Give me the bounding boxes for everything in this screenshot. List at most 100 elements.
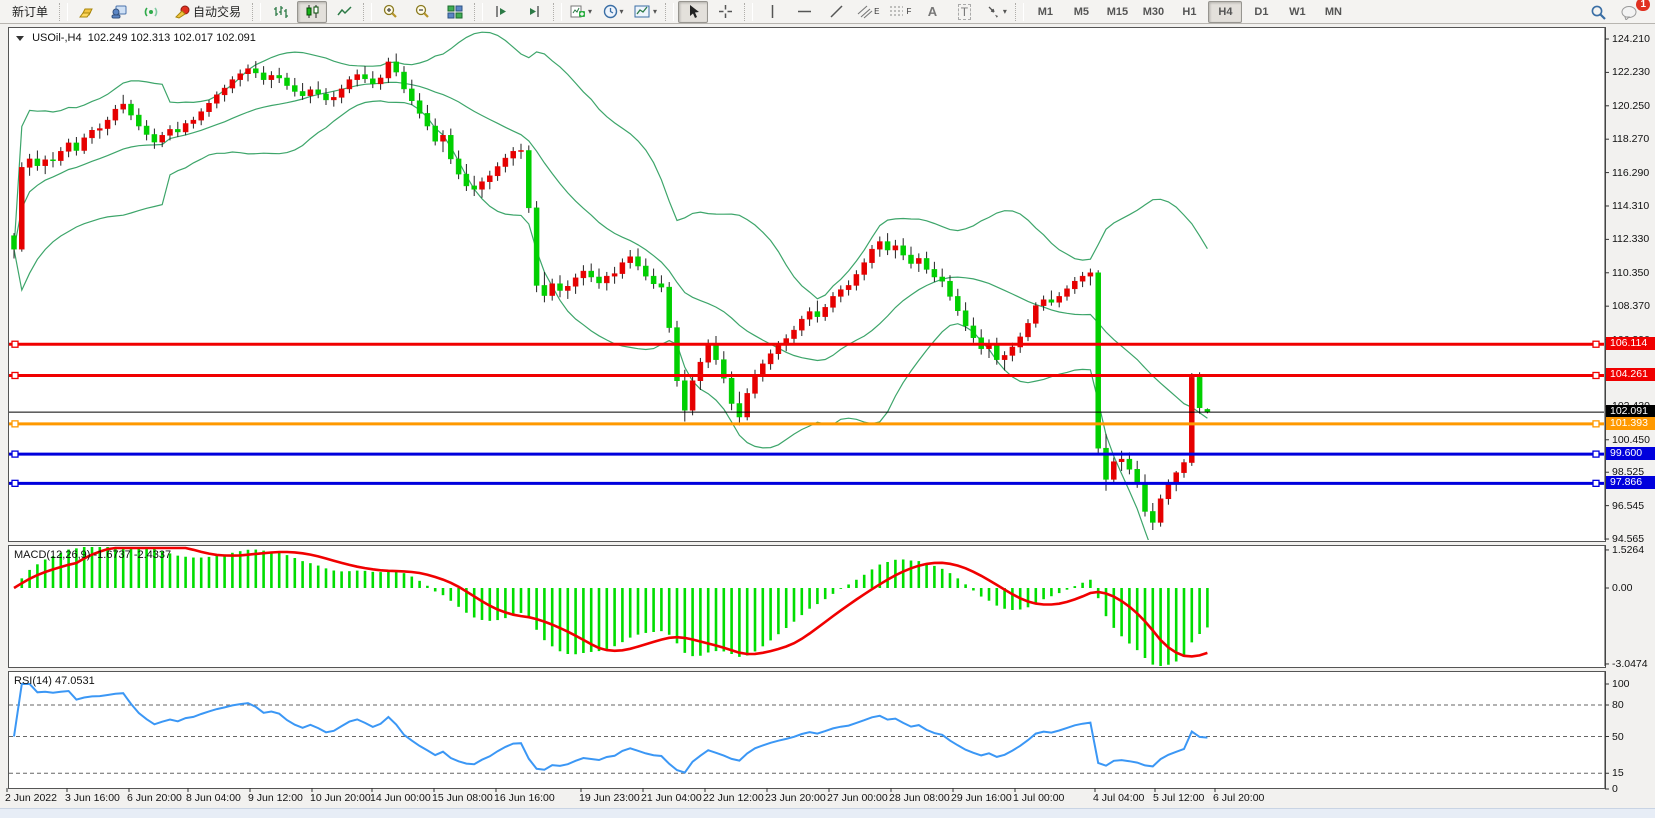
crosshair-tool-icon[interactable] (710, 1, 740, 23)
label-tool-icon[interactable]: T (949, 1, 979, 23)
time-axis-tick: 2 Jun 2022 (5, 792, 57, 804)
price-axis-tick: 120.250 (1612, 100, 1650, 112)
zoom-out-icon[interactable] (408, 1, 438, 23)
timeframe-button-m30[interactable]: M30 (1136, 1, 1170, 23)
zoom-in-icon[interactable] (376, 1, 406, 23)
macd-axis-tick: 1.5264 (1612, 544, 1644, 556)
price-axis-tick: 96.545 (1612, 500, 1644, 512)
time-axis-tick: 19 Jun 23:00 (579, 792, 640, 804)
toolbar-grip (744, 3, 753, 21)
rsi-title: RSI(14) (14, 675, 52, 687)
price-line-flag: 106.114 (1606, 337, 1655, 350)
cursor-tool-icon[interactable] (678, 1, 708, 23)
price-line-flag: 104.261 (1606, 368, 1655, 381)
chevron-down-icon: ▾ (653, 7, 657, 16)
notifications-chat-icon[interactable]: 1 (1615, 1, 1645, 23)
time-axis-tick: 9 Jun 12:00 (248, 792, 303, 804)
timeframe-button-h4[interactable]: H4 (1208, 1, 1242, 23)
time-axis-tick: 6 Jul 20:00 (1213, 792, 1264, 804)
time-axis-tick: 10 Jun 20:00 (310, 792, 371, 804)
chevron-down-icon: ▾ (1003, 7, 1007, 16)
terminal-user-icon[interactable] (104, 1, 134, 23)
notification-badge: 1 (1636, 0, 1650, 11)
toolbar-grip (474, 3, 483, 21)
text-tool-letter: A (928, 4, 937, 19)
rsi-axis-tick: 50 (1612, 731, 1624, 743)
timeframe-button-m1[interactable]: M1 (1028, 1, 1062, 23)
macd-panel[interactable] (8, 545, 1606, 668)
price-axis-tick: 108.370 (1612, 300, 1650, 312)
toolbar-grip (59, 3, 68, 21)
toolbar-grip (1015, 3, 1024, 21)
toolbar-grip (363, 3, 372, 21)
price-chart-panel[interactable] (8, 27, 1606, 542)
macd-values: -1.6737 -2.4337 (93, 549, 171, 561)
main-toolbar: 新订单 自动交易 ▾ ▾ (0, 0, 1655, 24)
fibonacci-tool-icon[interactable]: F (885, 1, 915, 23)
time-axis-tick: 27 Jun 00:00 (827, 792, 888, 804)
time-axis-tick: 16 Jun 16:00 (494, 792, 555, 804)
rsi-axis-tick: 80 (1612, 699, 1624, 711)
timeframe-button-m5[interactable]: M5 (1064, 1, 1098, 23)
rsi-axis-tick: 15 (1612, 767, 1624, 779)
rsi-label: RSI(14) 47.0531 (14, 675, 95, 687)
chart-shift-icon[interactable] (519, 1, 549, 23)
timeframe-button-mn[interactable]: MN (1316, 1, 1350, 23)
price-axis-tick: 124.210 (1612, 33, 1650, 45)
bar-chart-icon[interactable] (265, 1, 295, 23)
price-axis-tick: 118.270 (1612, 133, 1649, 145)
price-line-flag: 99.600 (1606, 447, 1655, 460)
auto-scroll-icon[interactable] (487, 1, 517, 23)
arrows-dropdown[interactable]: ▾ (981, 1, 1011, 23)
new-order-button[interactable]: 新订单 (5, 1, 55, 23)
price-axis-tick: 114.310 (1612, 200, 1649, 212)
text-tool-icon[interactable]: A (917, 1, 947, 23)
price-axis-tick: 112.330 (1612, 233, 1649, 245)
rsi-panel[interactable] (8, 671, 1606, 789)
macd-title: MACD(12,26,9) (14, 549, 90, 561)
ohlc-readout: 102.249 102.313 102.017 102.091 (88, 32, 256, 44)
auto-trading-icon (175, 5, 190, 19)
rsi-value: 47.0531 (55, 675, 95, 687)
time-axis-tick: 6 Jun 20:00 (127, 792, 182, 804)
symbol-dropdown-icon[interactable] (16, 36, 24, 41)
toolbar-grip (553, 3, 562, 21)
time-axis-tick: 28 Jun 08:00 (889, 792, 950, 804)
ingot-icon[interactable] (72, 1, 102, 23)
new-chart-dropdown[interactable]: ▾ (566, 1, 596, 23)
timeframe-group: M1M5M15M30H1H4D1W1MN (1027, 1, 1351, 23)
timeframe-button-w1[interactable]: W1 (1280, 1, 1314, 23)
signals-icon[interactable] (136, 1, 166, 23)
symbol-name: USOil-,H4 (32, 32, 82, 44)
price-axis-tick: 116.290 (1612, 167, 1649, 179)
template-dropdown[interactable]: ▾ (630, 1, 661, 23)
timeframe-button-d1[interactable]: D1 (1244, 1, 1278, 23)
channel-tool-icon[interactable]: E (853, 1, 883, 23)
chart-title: USOil-,H4 102.249 102.313 102.017 102.09… (16, 32, 256, 44)
tile-windows-icon[interactable] (440, 1, 470, 23)
candlestick-chart-icon[interactable] (297, 1, 327, 23)
time-axis-tick: 15 Jun 08:00 (432, 792, 493, 804)
time-axis-tick: 23 Jun 20:00 (765, 792, 826, 804)
price-axis-tick: 122.230 (1612, 66, 1650, 78)
time-axis-tick: 29 Jun 16:00 (951, 792, 1012, 804)
search-icon[interactable] (1583, 1, 1613, 23)
toolbar-grip (252, 3, 261, 21)
auto-trading-button[interactable]: 自动交易 (168, 1, 248, 23)
time-axis-tick: 4 Jul 04:00 (1093, 792, 1144, 804)
vertical-line-tool-icon[interactable] (757, 1, 787, 23)
time-axis-tick: 8 Jun 04:00 (186, 792, 241, 804)
macd-label: MACD(12,26,9) -1.6737 -2.4337 (14, 549, 171, 561)
time-axis-tick: 3 Jun 16:00 (65, 792, 120, 804)
timeframe-button-m15[interactable]: M15 (1100, 1, 1134, 23)
timeframe-button-h1[interactable]: H1 (1172, 1, 1206, 23)
time-axis-tick: 21 Jun 04:00 (641, 792, 702, 804)
macd-axis-tick: -3.0474 (1612, 658, 1648, 670)
chevron-down-icon: ▾ (588, 7, 592, 16)
line-chart-icon[interactable] (329, 1, 359, 23)
rsi-axis-tick: 100 (1612, 678, 1630, 690)
trendline-tool-icon[interactable] (821, 1, 851, 23)
time-axis-tick: 22 Jun 12:00 (703, 792, 764, 804)
period-dropdown[interactable]: ▾ (598, 1, 628, 23)
horizontal-line-tool-icon[interactable] (789, 1, 819, 23)
